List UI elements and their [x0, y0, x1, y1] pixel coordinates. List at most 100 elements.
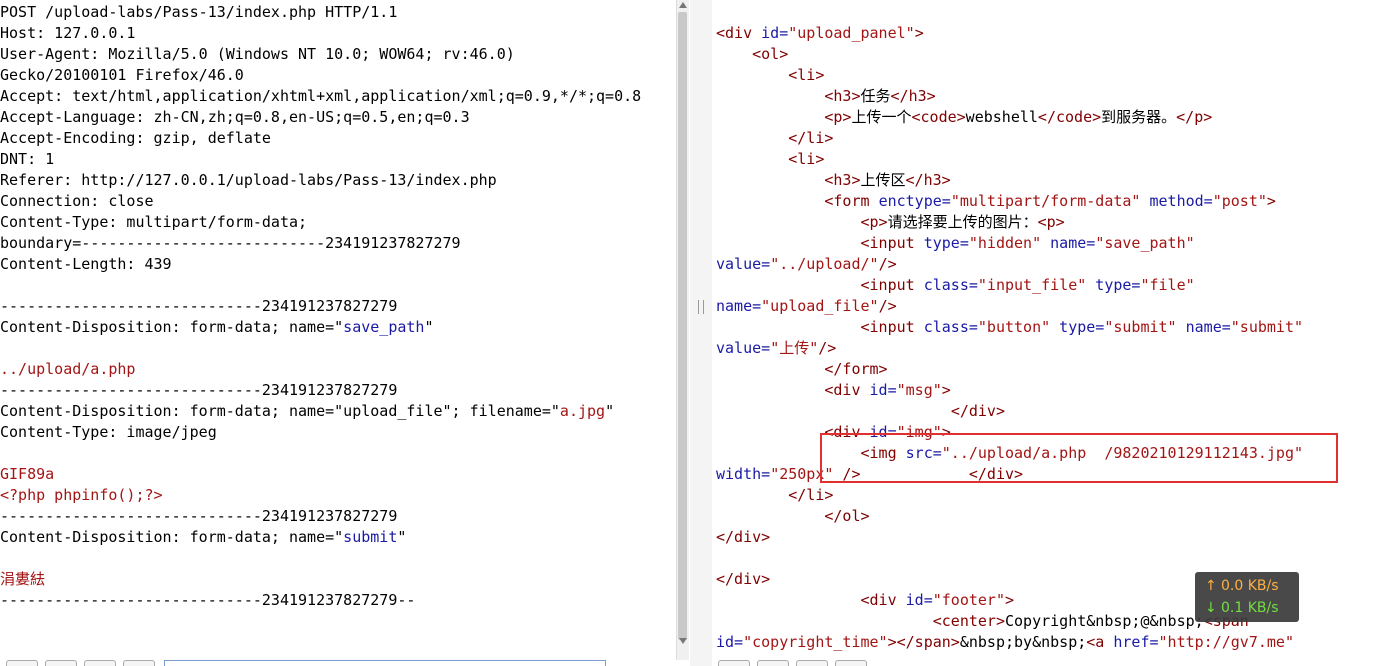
response-token	[716, 402, 951, 420]
network-speed-widget[interactable]: ↑ 0.0 KB/s ↓ 0.1 KB/s	[1195, 572, 1299, 622]
response-line: <input class="button" type="submit" name…	[716, 317, 1375, 338]
response-token: 到服务器。	[1101, 108, 1177, 126]
scroll-thumb[interactable]	[678, 12, 687, 640]
response-token: "upload_panel"	[788, 24, 915, 42]
response-token: id=	[869, 381, 897, 399]
response-token: "button"	[977, 318, 1051, 336]
response-token: </p>	[1176, 108, 1213, 126]
request-toolbar	[0, 658, 676, 666]
response-prev-button[interactable]	[757, 660, 789, 666]
response-token: 上传一个	[851, 108, 912, 126]
request-line: Content-Disposition: form-data; name="sa…	[0, 317, 676, 338]
response-token: >	[941, 381, 951, 399]
response-token	[716, 87, 824, 105]
response-token: <h3>	[824, 171, 861, 189]
response-line: </li>	[716, 128, 1375, 149]
response-token	[716, 129, 788, 147]
response-add-button[interactable]	[796, 660, 828, 666]
request-token: Host: 127.0.0.1	[0, 24, 136, 42]
response-pane[interactable]: <div id="upload_panel"> <ol> <li> <h3>任务…	[712, 0, 1375, 666]
help-button[interactable]	[6, 660, 38, 666]
request-token: Content-Disposition: form-data; name="	[0, 528, 344, 546]
response-token: method=	[1140, 192, 1213, 210]
add-button[interactable]	[84, 660, 116, 666]
response-token: "post"	[1212, 192, 1267, 210]
download-speed: ↓ 0.1 KB/s	[1195, 597, 1299, 619]
response-token: class=	[923, 276, 978, 294]
response-token: "submit"	[1230, 318, 1304, 336]
response-token: <ol>	[752, 45, 789, 63]
response-token: &nbsp;by&nbsp;	[959, 633, 1087, 651]
response-token: <form	[824, 192, 879, 210]
request-token: POST /upload-labs/Pass-13/index.php HTTP…	[0, 3, 398, 21]
response-token	[716, 234, 861, 252]
response-token	[716, 213, 861, 231]
response-token: <center>	[932, 612, 1005, 630]
response-next-button[interactable]	[835, 660, 867, 666]
request-token: Content-Length: 439	[0, 255, 172, 273]
response-token: />	[878, 255, 897, 273]
response-token: />	[878, 297, 897, 315]
response-token	[716, 276, 861, 294]
response-token: </li>	[788, 129, 834, 147]
response-token: </span>	[896, 633, 960, 651]
request-line: -----------------------------23419123782…	[0, 506, 676, 527]
request-text[interactable]: POST /upload-labs/Pass-13/index.php HTTP…	[0, 2, 676, 611]
search-input[interactable]	[164, 660, 606, 666]
response-token: <li>	[788, 150, 825, 168]
response-token: value=	[716, 339, 771, 357]
response-help-button[interactable]	[718, 660, 750, 666]
response-token: </li>	[788, 486, 834, 504]
request-line: boundary=---------------------------2341…	[0, 233, 676, 254]
response-token: <p>	[860, 213, 888, 231]
response-line: <p>上传一个<code>webshell</code>到服务器。</p>	[716, 107, 1375, 128]
scroll-up-icon[interactable]	[679, 2, 687, 8]
response-token: "msg"	[896, 381, 942, 399]
response-token: type=	[1086, 276, 1141, 294]
arrow-up-icon: ↑	[1205, 578, 1217, 594]
response-token: 任务	[860, 87, 891, 105]
request-token: Connection: close	[0, 192, 154, 210]
response-token	[716, 318, 861, 336]
response-token: id=	[905, 591, 933, 609]
response-line: value="上传"/>	[716, 338, 1375, 359]
arrow-down-icon: ↓	[1205, 600, 1217, 616]
request-token: Gecko/20100101 Firefox/46.0	[0, 66, 244, 84]
response-line: <h3>上传区</h3>	[716, 170, 1375, 191]
request-token: Content-Disposition: form-data; name="up…	[0, 402, 560, 420]
response-line: </div>	[716, 401, 1375, 422]
response-token: "save_path"	[1095, 234, 1195, 252]
scroll-down-icon[interactable]	[679, 638, 687, 644]
request-line: -----------------------------23419123782…	[0, 296, 676, 317]
response-token	[716, 486, 788, 504]
response-token: width=	[716, 465, 771, 483]
response-token: </h3>	[905, 171, 951, 189]
response-token: "copyright_time"	[743, 633, 888, 651]
splitter-grip-icon[interactable]	[698, 300, 704, 314]
response-token: <input	[860, 318, 924, 336]
request-scrollbar[interactable]	[676, 0, 689, 660]
response-line	[716, 548, 1375, 569]
request-token: Content-Type: multipart/form-data;	[0, 213, 308, 231]
response-token: "multipart/form-data"	[950, 192, 1141, 210]
highlight-annotation	[820, 433, 1338, 483]
prev-button[interactable]	[45, 660, 77, 666]
response-token: <code>	[911, 108, 966, 126]
response-token	[716, 150, 788, 168]
request-pane[interactable]: POST /upload-labs/Pass-13/index.php HTTP…	[0, 0, 676, 666]
request-line: Accept: text/html,application/xhtml+xml,…	[0, 86, 676, 107]
response-token: type=	[923, 234, 969, 252]
response-token: 请选择要上传的图片：	[887, 213, 1038, 231]
request-token: <?php phpinfo();?>	[0, 486, 163, 504]
next-button[interactable]	[123, 660, 155, 666]
request-line: GIF89a	[0, 464, 676, 485]
request-token: Accept-Encoding: gzip, deflate	[0, 129, 271, 147]
response-token	[716, 108, 824, 126]
response-token: Copyright&nbsp;@&nbsp;	[1005, 612, 1204, 630]
response-token: "../upload/"	[770, 255, 879, 273]
request-line: -----------------------------23419123782…	[0, 590, 676, 611]
request-line	[0, 275, 676, 296]
request-line: <?php phpinfo();?>	[0, 485, 676, 506]
pane-splitter[interactable]	[690, 0, 712, 666]
response-text[interactable]: <div id="upload_panel"> <ol> <li> <h3>任务…	[716, 23, 1375, 653]
